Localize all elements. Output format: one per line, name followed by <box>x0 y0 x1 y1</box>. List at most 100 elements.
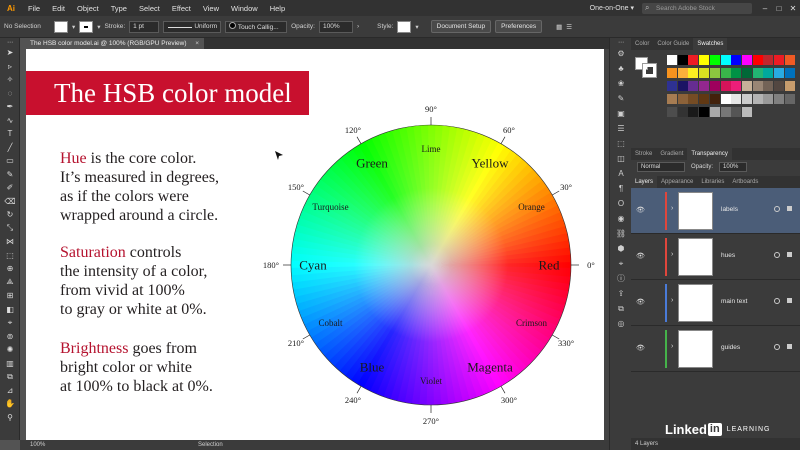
swatch[interactable] <box>784 81 795 91</box>
swatch[interactable] <box>731 94 742 104</box>
appearance-icon[interactable]: ◉ <box>610 211 632 226</box>
menu-edit[interactable]: Edit <box>46 4 71 13</box>
pencil-tool-icon[interactable]: ✐ <box>0 181 20 195</box>
swatch[interactable] <box>731 68 742 78</box>
eyedropper-tool-icon[interactable]: ⌖ <box>0 316 20 330</box>
paragraph-icon[interactable]: ¶ <box>610 181 632 196</box>
swatch[interactable] <box>784 68 795 78</box>
align-icon[interactable]: ☰ <box>610 121 632 136</box>
swatch[interactable] <box>688 94 699 104</box>
maximize-button[interactable]: □ <box>772 4 786 13</box>
eye-icon[interactable]: 👁 <box>636 344 645 352</box>
swatch[interactable] <box>763 81 774 91</box>
variable-width-profile[interactable]: Uniform <box>163 20 222 33</box>
character-icon[interactable]: A <box>610 166 632 181</box>
brush-definition[interactable]: Touch Callig... <box>225 20 288 33</box>
swatch[interactable] <box>709 55 720 65</box>
swatch[interactable] <box>774 55 784 65</box>
selection-indicator[interactable] <box>787 206 792 211</box>
layer-row-labels[interactable]: 👁 › labels <box>631 188 800 234</box>
chevron-right-icon[interactable]: › <box>671 205 673 212</box>
menu-view[interactable]: View <box>197 4 225 13</box>
curvature-tool-icon[interactable]: ∿ <box>0 114 20 128</box>
menu-window[interactable]: Window <box>225 4 264 13</box>
swatch[interactable] <box>709 68 720 78</box>
swatch[interactable] <box>699 81 710 91</box>
swatch[interactable] <box>741 68 752 78</box>
swatch[interactable] <box>720 94 731 104</box>
layer-name[interactable]: main text <box>721 298 747 305</box>
swatch[interactable] <box>741 107 752 117</box>
opacity-label[interactable]: Opacity: <box>291 23 315 30</box>
paintbrush-tool-icon[interactable]: ✎ <box>0 168 20 182</box>
menu-object[interactable]: Object <box>71 4 105 13</box>
swatch[interactable] <box>720 68 731 78</box>
layer-row-main-text[interactable]: 👁 › main text <box>631 280 800 326</box>
pathfinder-icon[interactable]: ◫ <box>610 151 632 166</box>
color-themes-icon[interactable]: ◎ <box>610 316 632 331</box>
tab-appearance[interactable]: Appearance <box>657 176 697 188</box>
lasso-tool-icon[interactable]: ◌ <box>0 87 20 101</box>
swatch[interactable] <box>752 81 763 91</box>
swatch[interactable] <box>667 68 677 78</box>
chevron-down-icon[interactable]: ▾ <box>415 23 418 31</box>
direct-selection-tool-icon[interactable]: ▹ <box>0 60 20 74</box>
selection-tool-icon[interactable]: ➤ <box>0 46 20 60</box>
panel-grip-icon[interactable]: ⋯ <box>0 38 20 46</box>
swatch[interactable] <box>741 81 752 91</box>
opacity-field[interactable]: 100% <box>719 162 748 172</box>
document-tab[interactable]: The HSB color model.ai @ 100% (RGB/GPU P… <box>20 38 204 49</box>
swatch[interactable] <box>774 68 784 78</box>
slice-tool-icon[interactable]: ⊿ <box>0 384 20 398</box>
libraries-icon[interactable]: ♣ <box>610 61 632 76</box>
close-window-button[interactable]: ✕ <box>786 4 800 13</box>
swatch[interactable] <box>763 94 774 104</box>
swatch[interactable] <box>774 81 784 91</box>
image-trace-icon[interactable]: ⬢ <box>610 241 632 256</box>
blend-mode-select[interactable]: Normal <box>637 162 685 172</box>
opacity-field[interactable]: 100% <box>318 20 353 33</box>
chevron-down-icon[interactable]: ▾ <box>97 23 100 31</box>
layer-row-guides[interactable]: 👁 › guides <box>631 326 800 372</box>
type-tool-icon[interactable]: T <box>0 127 20 141</box>
workspace-switcher[interactable]: One-on-One ▾ <box>590 4 634 12</box>
graphic-styles-icon[interactable]: ▣ <box>610 106 632 121</box>
perspective-grid-tool-icon[interactable]: ⟁ <box>0 276 20 290</box>
line-tool-icon[interactable]: ╱ <box>0 141 20 155</box>
eye-icon[interactable]: 👁 <box>636 252 645 260</box>
zoom-level[interactable]: 100% <box>30 440 45 450</box>
opentype-icon[interactable]: O <box>610 196 632 211</box>
rotate-tool-icon[interactable]: ↻ <box>0 208 20 222</box>
document-setup-button[interactable]: Document Setup <box>430 20 492 33</box>
swatch[interactable] <box>677 68 688 78</box>
swatch[interactable] <box>763 55 774 65</box>
menu-icon[interactable]: ☰ <box>566 23 572 31</box>
tab-layers[interactable]: Layers <box>631 176 658 188</box>
links-icon[interactable]: ⛓ <box>610 226 632 241</box>
swatch[interactable] <box>752 68 763 78</box>
swatch[interactable] <box>699 68 710 78</box>
swatch[interactable] <box>731 81 742 91</box>
swatch[interactable] <box>720 81 731 91</box>
graphic-style-swatch[interactable] <box>397 20 412 33</box>
eye-icon[interactable]: 👁 <box>636 298 645 306</box>
swatch[interactable] <box>677 55 688 65</box>
properties-icon[interactable]: ⚙ <box>610 46 632 61</box>
swatch[interactable] <box>688 107 699 117</box>
swatch[interactable] <box>763 68 774 78</box>
status-mode[interactable]: Selection <box>198 440 223 450</box>
asset-export-icon[interactable]: ⇪ <box>610 286 632 301</box>
swatch[interactable] <box>784 94 795 104</box>
graph-tool-icon[interactable]: ▥ <box>0 357 20 371</box>
scale-tool-icon[interactable]: ⤡ <box>0 222 20 236</box>
stroke-swatch[interactable] <box>79 20 94 33</box>
close-icon[interactable]: × <box>195 38 199 49</box>
swatch[interactable] <box>677 94 688 104</box>
free-transform-tool-icon[interactable]: ⬚ <box>0 249 20 263</box>
swatch[interactable] <box>699 107 710 117</box>
swatch[interactable] <box>667 55 677 65</box>
chevron-right-icon[interactable]: › <box>357 23 359 30</box>
swatch[interactable] <box>709 81 720 91</box>
swatch[interactable] <box>688 81 699 91</box>
swatch[interactable] <box>709 107 720 117</box>
